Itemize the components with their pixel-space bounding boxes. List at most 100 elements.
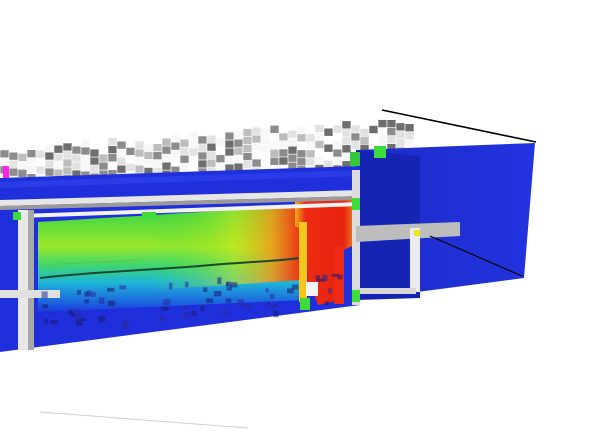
roof-voxel [395,138,406,148]
roof-voxel [116,164,127,174]
roof-voxel [143,159,154,168]
roof-voxel [314,132,325,141]
roof-voxel [332,124,343,134]
slice-particle [321,274,328,281]
slice-particle [328,288,333,294]
roof-voxel [53,144,64,154]
roof-voxel [206,142,217,152]
slice-particle [229,282,238,288]
roof-voxel [161,161,172,171]
roof-voxel [197,151,208,161]
slice-particle [183,312,190,319]
roof-voxel [323,127,334,137]
slice-particle [220,310,229,316]
roof-voxel [17,153,28,162]
slice-particle [200,305,205,312]
roof-voxel [260,128,271,137]
roof-voxel [314,124,325,133]
slice-particle [77,290,81,295]
roof-voxel [233,146,244,156]
roof-voxel [44,167,55,177]
roof-voxel [341,144,352,154]
roof-voxel [305,149,316,159]
roof-voxel [17,161,28,170]
slice-particle [169,282,173,290]
slice-particle [271,303,279,307]
roof-voxel [278,156,289,166]
roof-voxel [251,158,262,168]
roof-voxel [206,134,217,144]
roof-voxel [62,158,73,168]
roof-voxel [188,147,199,157]
roof-voxel [134,156,145,166]
roof-voxel [188,131,199,141]
roof-voxel [80,162,91,172]
roof-voxel [233,130,244,140]
slice-particle [98,297,105,305]
slice-particle [48,311,53,316]
roof-voxel [197,159,208,169]
slice-particle [184,281,189,288]
roof-voxel [305,141,316,151]
slice-particle [122,322,128,330]
roof-voxel [314,140,325,149]
roof-voxel [170,149,181,159]
roof-voxel [152,151,163,160]
roof-voxel [242,152,253,161]
slice-particle [225,298,232,303]
roof-voxel [116,148,127,158]
roof-voxel [278,132,289,142]
slice-particle [273,310,279,318]
roof-voxel [323,143,334,153]
roof-voxel [242,128,253,137]
slice-particle [206,298,214,303]
slice-particle [163,299,171,306]
roof-voxel [359,136,370,145]
roof-voxel [53,160,64,170]
roof-voxel [341,136,352,146]
roof-voxel [305,157,316,167]
roof-voxel [332,156,343,166]
roof-voxel [224,131,235,141]
simulation-viewport[interactable] [0,0,600,440]
roof-voxel [134,140,145,150]
roof-voxel [179,162,190,172]
roof-voxel [269,125,280,134]
roof-voxel [224,147,235,157]
roof-voxel [0,157,10,167]
slice-particle [264,301,271,306]
roof-voxel [80,154,91,164]
slice-particle [107,287,115,292]
roof-voxel [386,119,397,128]
roof-voxel [287,129,298,139]
roof-voxel [62,166,73,176]
roof-voxel [269,157,280,166]
roof-voxel [350,140,361,150]
roof-voxel [350,132,361,142]
roof-voxel [278,148,289,158]
slice-particle [107,300,116,307]
roof-voxel [62,142,73,152]
roof-voxel [296,125,307,135]
slice-particle [217,277,222,285]
roof-voxel [26,157,37,166]
slice-particle [265,288,269,293]
slice-particle [237,299,245,306]
roof-voxel [53,152,64,162]
roof-voxel [17,169,28,178]
roof-voxel [71,145,82,155]
roof-voxel [179,154,190,164]
roof-voxel [170,141,181,151]
roof-voxel [395,122,406,132]
roof-voxel [224,155,235,165]
roof-voxel [197,143,208,153]
roof-voxel [251,142,262,152]
roof-voxel [125,147,136,156]
roof-voxel [89,148,100,158]
roof-voxel [44,143,55,153]
roof-voxel [296,149,307,159]
roof-voxel [134,148,145,158]
roof-voxel [116,140,127,150]
roof-voxel [260,136,271,145]
roof-voxel [107,137,118,146]
